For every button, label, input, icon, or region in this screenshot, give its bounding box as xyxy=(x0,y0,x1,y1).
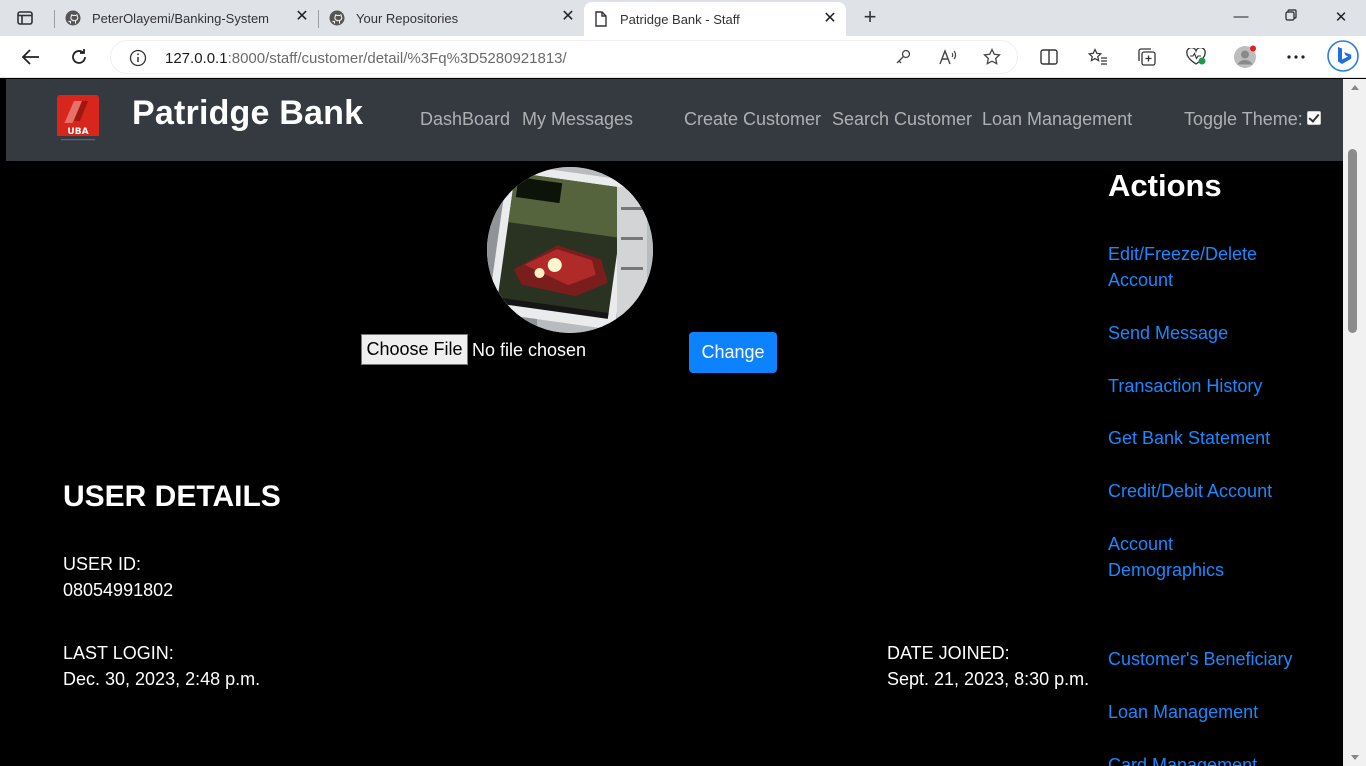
user-id-label: USER ID: xyxy=(63,554,142,574)
theme-toggle: Toggle Theme: xyxy=(1184,109,1321,130)
nav-loan-management[interactable]: Loan Management xyxy=(982,109,1132,130)
scroll-up-arrow-icon[interactable] xyxy=(1351,85,1359,90)
profile-picture xyxy=(487,167,653,333)
restore-icon[interactable] xyxy=(1280,8,1302,28)
uba-logo[interactable]: UBA xyxy=(57,95,99,143)
github-icon xyxy=(328,9,346,27)
date-joined-value: Sept. 21, 2023, 8:30 p.m. xyxy=(887,669,1090,689)
choose-file-button[interactable]: Choose File xyxy=(361,334,468,365)
svg-text:UBA: UBA xyxy=(67,127,88,137)
site-info-icon[interactable] xyxy=(129,49,147,67)
tab-separator xyxy=(54,10,55,28)
last-login-value: Dec. 30, 2023, 2:48 p.m. xyxy=(63,669,261,689)
nav-dashboard[interactable]: DashBoard xyxy=(420,109,510,130)
browser-toolbar: 127.0.0.1:8000/staff/customer/detail/%3F… xyxy=(0,36,1366,78)
theme-toggle-label: Toggle Theme: xyxy=(1184,109,1303,129)
action-account-demographics[interactable]: Account Demographics xyxy=(1108,531,1248,583)
profile-avatar-icon[interactable] xyxy=(1233,45,1257,69)
action-loan-management[interactable]: Loan Management xyxy=(1108,699,1308,725)
change-picture-button[interactable]: Change xyxy=(689,332,777,373)
page-content: UBA Patridge Bank DashBoard My Messages … xyxy=(6,79,1343,766)
file-status-text: No file chosen xyxy=(472,340,587,360)
page-icon xyxy=(592,10,610,28)
last-login-label: LAST LOGIN: xyxy=(63,643,174,663)
github-icon xyxy=(64,9,82,27)
window-close-icon[interactable]: ✕ xyxy=(1330,8,1352,28)
key-icon[interactable] xyxy=(891,45,915,69)
tab-actions-icon[interactable] xyxy=(14,8,36,28)
user-id-value: 08054991802 xyxy=(63,580,174,600)
close-icon[interactable]: ✕ xyxy=(822,11,838,27)
browser-tab-strip: PeterOlayemi/Banking-System ✕ Your Repos… xyxy=(0,0,1366,36)
split-screen-icon[interactable] xyxy=(1037,45,1061,69)
action-customers-beneficiary[interactable]: Customer's Beneficiary xyxy=(1108,646,1318,672)
action-credit-debit-account[interactable]: Credit/Debit Account xyxy=(1108,478,1308,504)
tab-your-repositories[interactable]: Your Repositories ✕ xyxy=(320,0,584,36)
tab-title: Patridge Bank - Staff xyxy=(620,11,740,27)
page-scrollbar[interactable] xyxy=(1343,79,1366,766)
nav-create-customer[interactable]: Create Customer xyxy=(684,109,821,130)
address-bar[interactable]: 127.0.0.1:8000/staff/customer/detail/%3F… xyxy=(110,40,1018,74)
favorite-star-icon[interactable] xyxy=(980,45,1004,69)
action-transaction-history[interactable]: Transaction History xyxy=(1108,373,1308,399)
back-arrow-icon[interactable] xyxy=(19,45,43,69)
theme-toggle-checkbox[interactable] xyxy=(1306,110,1321,125)
date-joined-label: DATE JOINED: xyxy=(887,643,1010,663)
minimize-icon[interactable]: — xyxy=(1230,8,1252,28)
collections-icon[interactable] xyxy=(1135,45,1159,69)
action-card-management[interactable]: Card Management xyxy=(1108,752,1308,766)
navbar: UBA Patridge Bank DashBoard My Messages … xyxy=(6,79,1343,161)
bing-copilot-icon[interactable] xyxy=(1327,40,1359,72)
tab-title: Your Repositories xyxy=(356,10,459,26)
tab-title: PeterOlayemi/Banking-System xyxy=(92,10,270,26)
favorites-icon[interactable] xyxy=(1086,45,1110,69)
browser-essentials-icon[interactable] xyxy=(1184,45,1208,69)
nav-my-messages[interactable]: My Messages xyxy=(522,109,633,130)
user-details-heading: USER DETAILS xyxy=(63,480,281,513)
read-aloud-icon[interactable] xyxy=(936,45,960,69)
new-tab-icon[interactable]: + xyxy=(858,6,882,30)
close-icon[interactable]: ✕ xyxy=(294,9,310,25)
action-get-bank-statement[interactable]: Get Bank Statement xyxy=(1108,425,1308,451)
brand-title[interactable]: Patridge Bank xyxy=(132,94,363,133)
scroll-down-arrow-icon[interactable] xyxy=(1351,755,1359,760)
url-text: 127.0.0.1:8000/staff/customer/detail/%3F… xyxy=(165,50,567,67)
action-send-message[interactable]: Send Message xyxy=(1108,320,1308,346)
scrollbar-thumb[interactable] xyxy=(1348,149,1357,333)
tab-separator xyxy=(318,10,319,28)
action-edit-freeze-delete-account[interactable]: Edit/Freeze/Delete Account xyxy=(1108,241,1283,293)
refresh-icon[interactable] xyxy=(67,45,91,69)
more-menu-icon[interactable] xyxy=(1284,45,1308,69)
actions-heading: Actions xyxy=(1108,168,1222,203)
tab-patridge-bank-staff[interactable]: Patridge Bank - Staff ✕ xyxy=(584,2,846,36)
nav-search-customer[interactable]: Search Customer xyxy=(832,109,972,130)
close-icon[interactable]: ✕ xyxy=(560,9,576,25)
tab-banking-system[interactable]: PeterOlayemi/Banking-System ✕ xyxy=(56,0,318,36)
